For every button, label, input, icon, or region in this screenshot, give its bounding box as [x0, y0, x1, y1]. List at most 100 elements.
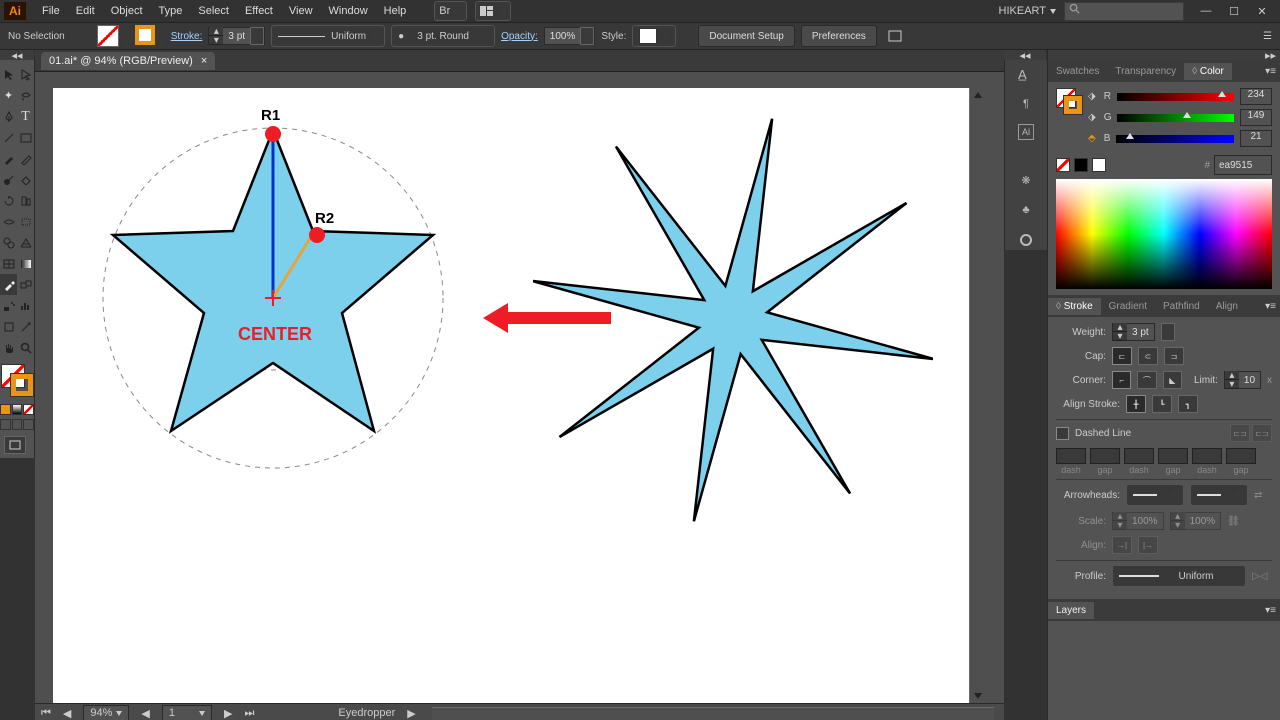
stroke-weight-input[interactable]: ▴▾ 3 pt	[208, 27, 265, 45]
gradient-tool[interactable]	[17, 253, 34, 274]
miter-limit-input[interactable]: ▴▾ 10	[1224, 371, 1261, 389]
tab-layers[interactable]: Layers	[1048, 602, 1094, 619]
fill-stroke-selector[interactable]	[1, 364, 33, 396]
maximize-button[interactable]: ☐	[1220, 2, 1248, 20]
eraser-tool[interactable]	[17, 169, 34, 190]
blob-brush-tool[interactable]	[0, 169, 17, 190]
cap-round[interactable]: ⊂	[1138, 347, 1158, 365]
hand-tool[interactable]	[0, 337, 17, 358]
side-panel-collapse[interactable]: ◂◂	[1004, 50, 1046, 60]
weight-dropdown[interactable]	[1161, 323, 1175, 341]
character-panel-icon[interactable]: A̲	[1016, 64, 1036, 84]
blend-tool[interactable]	[17, 274, 34, 295]
panel-menu-icon[interactable]: ▾≡	[1261, 66, 1280, 77]
tab-stroke[interactable]: ◊ Stroke	[1048, 298, 1101, 315]
column-graph-tool[interactable]	[17, 295, 34, 316]
g-value[interactable]: 149	[1240, 109, 1272, 126]
rotate-tool[interactable]	[0, 190, 17, 211]
scale-end[interactable]: ▴▾100%	[1170, 512, 1222, 530]
color-spectrum[interactable]	[1056, 179, 1272, 289]
menu-help[interactable]: Help	[376, 3, 415, 19]
align-inside[interactable]: ┗	[1152, 395, 1172, 413]
first-artboard-icon[interactable]: ⏮	[41, 707, 51, 720]
r-slider[interactable]	[1117, 93, 1234, 101]
eyedropper-tool[interactable]	[0, 274, 17, 295]
menu-select[interactable]: Select	[190, 3, 237, 19]
align-outside[interactable]: ┓	[1178, 395, 1198, 413]
canvas[interactable]: R1 R2 CENTER	[53, 88, 969, 703]
line-tool[interactable]	[0, 127, 17, 148]
menu-effect[interactable]: Effect	[237, 3, 281, 19]
dash-1[interactable]	[1056, 448, 1086, 464]
corner-miter[interactable]: ⌐	[1112, 371, 1131, 389]
free-transform-tool[interactable]	[17, 211, 34, 232]
arrowhead-end[interactable]	[1190, 484, 1248, 506]
link-scale-icon[interactable]: ⛓	[1227, 516, 1240, 527]
profile-dropdown[interactable]: Uniform	[1112, 565, 1246, 587]
cap-butt[interactable]: ⊏	[1112, 347, 1132, 365]
flip-profile-icon[interactable]: ▷◁	[1252, 571, 1267, 582]
shape-builder-tool[interactable]	[0, 232, 17, 253]
pencil-tool[interactable]	[17, 148, 34, 169]
tab-align[interactable]: Align	[1208, 298, 1246, 315]
bridge-button[interactable]: Br	[434, 1, 467, 21]
magic-wand-tool[interactable]: ✦	[0, 85, 17, 106]
fill-color-swatch[interactable]	[97, 25, 119, 47]
slice-tool[interactable]	[17, 316, 34, 337]
panel-dock-collapse[interactable]: ▸▸	[1048, 50, 1280, 60]
glyphs-panel-icon[interactable]: Al	[1018, 124, 1034, 140]
stroke-panel-menu-icon[interactable]: ▾≡	[1261, 301, 1280, 312]
graphic-style-dropdown[interactable]	[632, 25, 676, 47]
mesh-tool[interactable]	[0, 253, 17, 274]
draw-normal[interactable]	[0, 419, 11, 430]
layers-panel-menu-icon[interactable]: ▾≡	[1261, 605, 1280, 616]
b-value[interactable]: 21	[1240, 130, 1272, 147]
menu-edit[interactable]: Edit	[68, 3, 103, 19]
arrowhead-start[interactable]	[1126, 484, 1184, 506]
dash-3[interactable]	[1192, 448, 1222, 464]
opacity-label[interactable]: Opacity:	[501, 31, 538, 42]
artboard-navigation[interactable]: 1	[162, 705, 212, 720]
draw-behind[interactable]	[12, 419, 23, 430]
symbols-panel-icon[interactable]: ♣	[1016, 200, 1036, 220]
menu-window[interactable]: Window	[321, 3, 376, 19]
g-slider[interactable]	[1117, 114, 1234, 122]
perspective-grid-tool[interactable]	[17, 232, 34, 253]
brush-definition-dropdown[interactable]: Uniform	[271, 25, 385, 47]
menu-view[interactable]: View	[281, 3, 321, 19]
dash-2[interactable]	[1124, 448, 1154, 464]
swap-arrowheads-icon[interactable]: ⇄	[1254, 490, 1262, 501]
last-artboard-icon[interactable]: ⏭	[244, 707, 254, 720]
align-to-button[interactable]	[883, 27, 915, 45]
close-button[interactable]: ✕	[1248, 2, 1276, 20]
document-setup-button[interactable]: Document Setup	[698, 25, 795, 47]
artboard-tool[interactable]	[0, 316, 17, 337]
arrange-documents-button[interactable]	[475, 1, 511, 21]
color-mode-solid[interactable]	[0, 404, 11, 415]
lasso-tool[interactable]	[17, 85, 34, 106]
search-input[interactable]	[1064, 2, 1184, 21]
horizontal-scrollbar[interactable]	[432, 707, 994, 720]
rectangle-tool[interactable]	[17, 127, 34, 148]
control-bar-menu-icon[interactable]: ☰	[1263, 31, 1272, 42]
color-mode-gradient[interactable]	[12, 404, 23, 415]
user-account-dropdown[interactable]: HIKEART	[999, 5, 1056, 17]
close-tab-icon[interactable]: ×	[201, 55, 207, 67]
scale-start[interactable]: ▴▾100%	[1112, 512, 1164, 530]
toolbar-collapse-icon[interactable]: ◂◂	[0, 50, 34, 60]
gap-3[interactable]	[1226, 448, 1256, 464]
stroke-swatch[interactable]	[11, 374, 33, 396]
stroke-weight-spinner[interactable]: ▴▾ 3 pt	[1112, 323, 1155, 341]
tab-pathfinder[interactable]: Pathfind	[1155, 298, 1208, 315]
gap-1[interactable]	[1090, 448, 1120, 464]
tab-transparency[interactable]: Transparency	[1107, 63, 1184, 80]
brushes-panel-icon[interactable]: ❋	[1016, 170, 1036, 190]
preferences-button[interactable]: Preferences	[801, 25, 877, 47]
menu-object[interactable]: Object	[103, 3, 151, 19]
gap-2[interactable]	[1158, 448, 1188, 464]
corner-round[interactable]: ⌒	[1137, 371, 1156, 389]
reflect-tool[interactable]	[17, 190, 34, 211]
width-tool[interactable]	[0, 211, 17, 232]
tab-color[interactable]: ◊ Color	[1184, 63, 1232, 80]
cap-projecting[interactable]: ⊐	[1164, 347, 1184, 365]
